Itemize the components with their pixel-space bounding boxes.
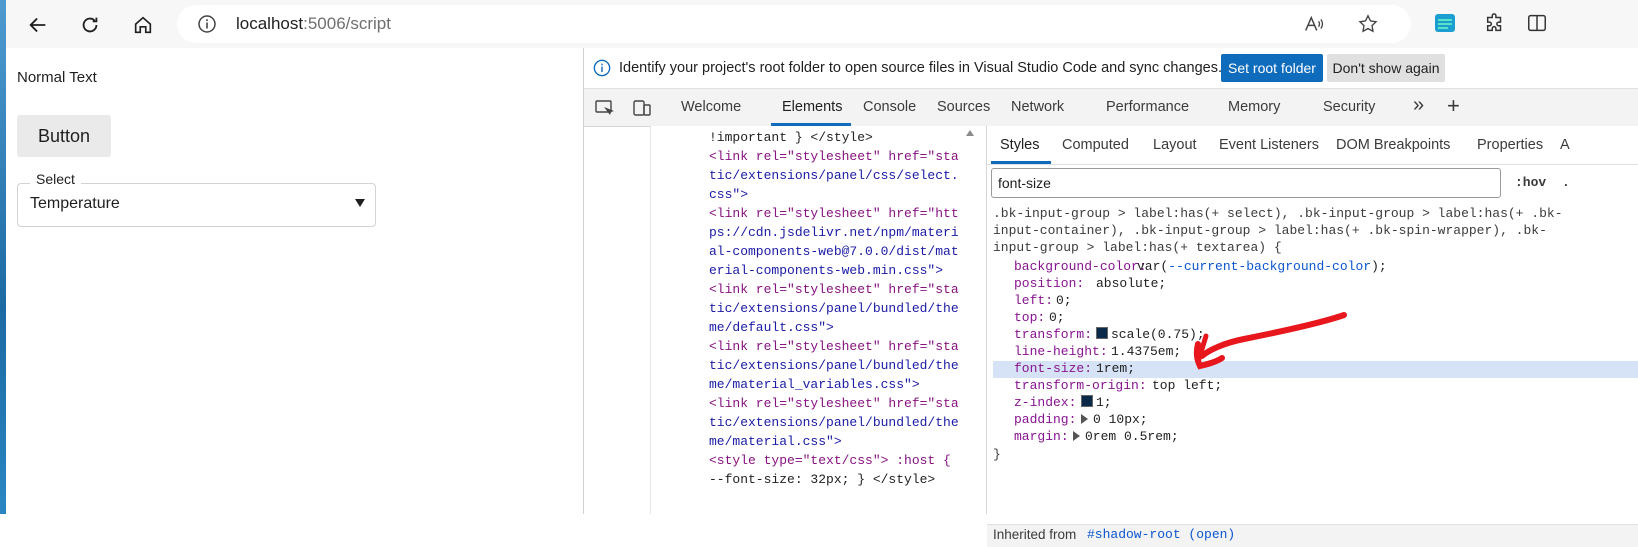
css-property-transform-origin[interactable]: transform-origin: top left; — [993, 378, 1638, 395]
more-tabs-icon[interactable]: » — [1413, 94, 1424, 117]
tab-dom-breakpoints[interactable]: DOM Breakpoints — [1336, 137, 1450, 153]
inherited-label: Inherited from — [993, 527, 1077, 542]
select-label: Select — [30, 171, 81, 187]
address-bar[interactable]: localhost:5006/script — [177, 5, 1411, 43]
devtools-tabbar: Welcome Elements Console Sources Network… — [584, 88, 1638, 127]
inspect-icon[interactable] — [594, 98, 614, 118]
annotation-arrow — [1193, 312, 1347, 370]
code-line[interactable]: me/material.css"> — [709, 434, 842, 449]
code-line[interactable]: <link rel="stylesheet" href="sta — [709, 282, 959, 297]
css-property-z-index[interactable]: z-index: 1; — [993, 395, 1638, 412]
css-property-margin[interactable]: margin: 0rem 0.5rem; — [993, 429, 1638, 446]
desktop-edge — [0, 0, 6, 514]
info-icon — [593, 59, 611, 77]
layer-editor-icon[interactable] — [1081, 395, 1093, 407]
tab-memory[interactable]: Memory — [1228, 99, 1280, 115]
favorite-icon[interactable] — [1357, 13, 1379, 35]
tab-accessibility[interactable]: A — [1560, 137, 1570, 153]
infobar-message: Identify your project's root folder to o… — [619, 60, 1222, 76]
css-rule-close-brace: } — [993, 447, 1001, 462]
css-property-background-color[interactable]: background-color: var(--current-backgrou… — [993, 259, 1638, 276]
code-line[interactable]: !important } </style> — [709, 130, 873, 145]
styles-tabbar: Styles Computed Layout Event Listeners D… — [987, 126, 1638, 165]
code-line[interactable]: <style type="text/css"> :host { — [709, 453, 951, 468]
css-selector-line: input-group > label:has(+ textarea) { — [993, 240, 1282, 255]
dropdown-arrow-icon[interactable] — [355, 199, 365, 207]
code-line[interactable]: <link rel="stylesheet" href="sta — [709, 339, 959, 354]
active-styles-tab-indicator — [991, 161, 1051, 164]
temperature-select[interactable]: Temperature — [17, 183, 376, 227]
code-line[interactable]: --font-size: 32px; } </style> — [709, 472, 935, 487]
back-icon[interactable] — [21, 8, 55, 42]
tab-sources[interactable]: Sources — [937, 99, 990, 115]
tab-network[interactable]: Network — [1011, 99, 1064, 115]
inherited-section-header: Inherited from #shadow-root (open) — [987, 524, 1638, 547]
tab-properties[interactable]: Properties — [1477, 137, 1543, 153]
code-line[interactable]: tic/extensions/panel/css/select. — [709, 168, 959, 183]
tab-event-listeners[interactable]: Event Listeners — [1219, 137, 1319, 153]
code-line[interactable]: <link rel="stylesheet" href="sta — [709, 396, 959, 411]
css-selector-line: .bk-input-group > label:has(+ select), .… — [993, 206, 1563, 221]
tab-layout[interactable]: Layout — [1153, 137, 1197, 153]
expand-triangle-icon[interactable] — [1081, 414, 1088, 424]
code-line[interactable]: al-components-web@7.0.0/dist/mat — [709, 244, 959, 259]
code-line[interactable]: tic/extensions/panel/bundled/the — [709, 415, 959, 430]
hov-toggle[interactable]: :hov — [1515, 175, 1546, 190]
refresh-icon[interactable] — [73, 8, 107, 42]
tab-computed[interactable]: Computed — [1062, 137, 1129, 153]
code-line[interactable]: tic/extensions/panel/bundled/the — [709, 358, 959, 373]
read-aloud-icon[interactable] — [1303, 13, 1325, 35]
code-line[interactable]: <link rel="stylesheet" href="htt — [709, 206, 959, 221]
filter-value: font-size — [998, 175, 1051, 191]
styles-filter-input[interactable]: font-size — [991, 168, 1501, 198]
code-line[interactable]: me/material_variables.css"> — [709, 377, 920, 392]
browser-toolbar: localhost:5006/script — [6, 0, 1638, 48]
dont-show-again-button[interactable]: Don't show again — [1327, 54, 1445, 82]
tab-security[interactable]: Security — [1323, 99, 1375, 115]
scroll-up-arrow-icon[interactable] — [966, 130, 974, 136]
split-screen-icon[interactable] — [1526, 12, 1548, 34]
code-line[interactable]: ps://cdn.jsdelivr.net/npm/materi — [709, 225, 959, 240]
device-icon[interactable] — [632, 98, 652, 118]
code-line[interactable]: me/default.css"> — [709, 320, 834, 335]
add-tab-icon[interactable]: + — [1447, 93, 1460, 119]
transform-editor-icon[interactable] — [1096, 327, 1108, 339]
select-value: Temperature — [30, 195, 120, 212]
code-line[interactable]: tic/extensions/panel/bundled/the — [709, 301, 959, 316]
tab-styles[interactable]: Styles — [1000, 137, 1040, 153]
css-property-position[interactable]: position: absolute; — [993, 276, 1638, 293]
tab-welcome[interactable]: Welcome — [681, 99, 741, 115]
css-selector-line: input-container), .bk-input-group > labe… — [993, 223, 1547, 238]
puzzle-icon[interactable] — [1484, 12, 1506, 34]
set-root-folder-button[interactable]: Set root folder — [1221, 54, 1323, 82]
tab-elements[interactable]: Elements — [782, 99, 842, 115]
devtools-panel: Identify your project's root folder to o… — [583, 48, 1638, 547]
extension-icon[interactable] — [1434, 12, 1456, 34]
normal-text: Normal Text — [17, 69, 97, 86]
tab-console[interactable]: Console — [863, 99, 916, 115]
code-line[interactable]: erial-components-web.min.css"> — [709, 263, 943, 278]
code-line[interactable]: <link rel="stylesheet" href="sta — [709, 149, 959, 164]
home-icon[interactable] — [126, 8, 160, 42]
code-line[interactable]: css"> — [709, 187, 748, 202]
url-text: localhost:5006/script — [236, 14, 391, 33]
tab-performance[interactable]: Performance — [1106, 99, 1189, 115]
devtools-infobar: Identify your project's root folder to o… — [584, 48, 1638, 88]
page-button[interactable]: Button — [17, 115, 111, 157]
css-property-padding[interactable]: padding: 0 10px; — [993, 412, 1638, 429]
expand-triangle-icon[interactable] — [1073, 431, 1080, 441]
shadow-root-link[interactable]: #shadow-root (open) — [1087, 527, 1235, 542]
cls-toggle[interactable]: . — [1562, 175, 1570, 190]
elements-dom-tree[interactable]: !important } </style> <link rel="stylesh… — [650, 126, 986, 514]
info-icon[interactable] — [197, 14, 217, 34]
